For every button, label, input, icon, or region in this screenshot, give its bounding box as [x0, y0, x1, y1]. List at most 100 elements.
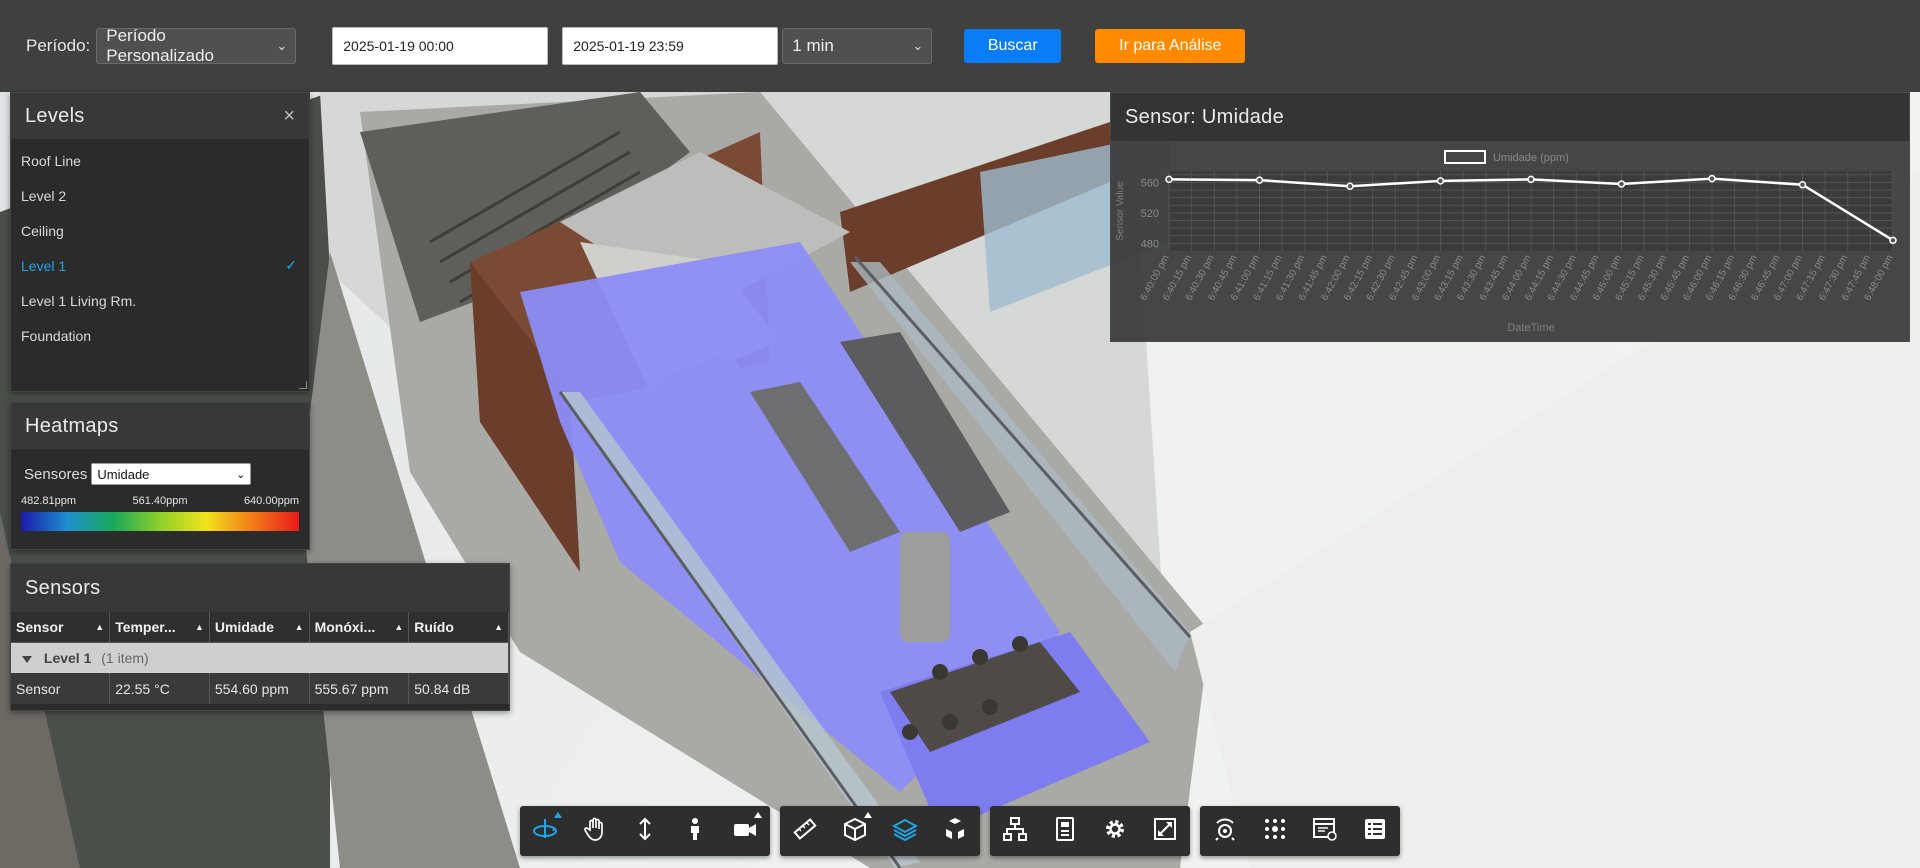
layers-icon	[891, 816, 919, 846]
pan-button[interactable]	[570, 806, 620, 856]
x-axis-title: DateTime	[1507, 322, 1554, 334]
model-browser-icon	[1002, 816, 1028, 846]
data-point	[1255, 176, 1264, 184]
group-row[interactable]: Level 1 (1 item)	[11, 642, 509, 673]
chart-panel-header: Sensor: Umidade	[1111, 93, 1909, 141]
zoom-button[interactable]	[620, 806, 670, 856]
toolbar-group-navigation	[520, 806, 770, 856]
heatmap-scale-labels: 482.81ppm 561.40ppm 640.00ppm	[11, 485, 309, 507]
cell-humidity: 554.60 ppm	[209, 673, 310, 704]
sort-arrow-icon: ▲	[194, 621, 204, 632]
cell-noise: 50.84 dB	[408, 673, 509, 704]
column-header[interactable]: Ruído ▲	[408, 612, 509, 643]
top-toolbar: Período: Período Personalizado ⌄ 2025-01…	[0, 0, 1920, 92]
sensors-panel-title: Sensors	[25, 576, 101, 599]
period-label: Período:	[26, 36, 91, 55]
model-browser-button[interactable]	[990, 806, 1040, 856]
heatmaps-panel-header: Heatmaps	[11, 403, 309, 449]
first-person-icon	[682, 816, 708, 846]
sensor-chart-panel: Sensor: Umidade 480 520 560 6:40:00 pm 6:40:…	[1110, 92, 1910, 342]
heatmaps-panel: Heatmaps Sensores Umidade ⌄ 482.81ppm 56…	[10, 402, 310, 550]
level-item[interactable]: Level 1 Living Rm.	[11, 283, 309, 318]
sensors-table-header: Sensor ▲ Temper... ▲ Umidade ▲ Monóxi... ▲ Ruído…	[11, 612, 509, 643]
sensor-select[interactable]: Umidade ⌄	[91, 463, 252, 485]
go-to-analysis-label: Ir para Análise	[1119, 37, 1222, 54]
legend-label: Umidade (ppm)	[1493, 152, 1569, 164]
gear-icon	[1102, 816, 1128, 846]
start-date-input[interactable]: 2025-01-19 00:00	[332, 27, 549, 65]
level-item[interactable]: Roof Line	[11, 143, 309, 178]
measure-button[interactable]	[780, 806, 830, 856]
data-point	[1346, 182, 1354, 190]
heatmap-button[interactable]	[1250, 806, 1300, 856]
column-header-label: Sensor	[16, 618, 64, 635]
checkmark-icon: ✓	[285, 257, 297, 273]
table-row[interactable]: Sensor 22.55 °C 554.60 ppm 555.67 ppm 50…	[11, 673, 509, 704]
chart-panel-title: Sensor: Umidade	[1125, 105, 1285, 128]
flyout-indicator	[754, 812, 762, 818]
resize-handle[interactable]	[299, 381, 307, 389]
sensor-select-row: Sensores Umidade ⌄	[11, 449, 309, 485]
explode-button[interactable]	[930, 806, 980, 856]
flyout-indicator	[864, 812, 872, 818]
level-item[interactable]: Level 2	[11, 178, 309, 213]
dashboard-button[interactable]	[1300, 806, 1350, 856]
level-item[interactable]: Ceiling	[11, 213, 309, 248]
column-header-label: Ruído	[414, 618, 454, 635]
column-header[interactable]: Temper... ▲	[109, 612, 210, 643]
sensor-select-label: Sensores	[24, 465, 88, 483]
end-date-input[interactable]: 2025-01-19 23:59	[562, 27, 779, 65]
section-button[interactable]	[830, 806, 880, 856]
orbit-icon	[532, 816, 558, 846]
chevron-down-icon: ⌄	[912, 38, 924, 53]
layers-button[interactable]	[880, 806, 930, 856]
y-tick-label: 480	[1141, 238, 1159, 250]
level-item[interactable]: Foundation	[11, 318, 309, 353]
sensor-button[interactable]	[1200, 806, 1250, 856]
cell-sensor: Sensor	[11, 673, 111, 704]
column-header-label: Temper...	[115, 618, 176, 635]
fullscreen-button[interactable]	[1140, 806, 1190, 856]
scale-min-label: 482.81ppm	[21, 495, 77, 507]
y-axis-title: Sensor Value	[1115, 181, 1126, 241]
data-grid-button[interactable]	[1350, 806, 1400, 856]
dashboard-icon	[1312, 816, 1338, 846]
period-select[interactable]: Período Personalizado ⌄	[96, 26, 297, 65]
explode-icon	[942, 816, 968, 846]
level-item[interactable]: Level 1 ✓	[11, 248, 309, 283]
measure-icon	[792, 816, 818, 846]
section-icon	[842, 816, 868, 846]
go-to-analysis-button[interactable]: Ir para Análise	[1095, 29, 1246, 63]
y-tick-label: 560	[1141, 177, 1159, 189]
interval-select[interactable]: 1 min ⌄	[782, 28, 933, 64]
column-header[interactable]: Umidade ▲	[209, 612, 310, 643]
data-point	[1708, 174, 1716, 183]
first-person-button[interactable]	[670, 806, 720, 856]
collapse-triangle-icon[interactable]	[22, 655, 32, 663]
toolbar-group-model	[990, 806, 1190, 856]
chevron-down-icon: ⌄	[236, 468, 246, 481]
column-header[interactable]: Monóxi... ▲	[309, 612, 410, 643]
cell-monoxide: 555.67 ppm	[309, 673, 410, 704]
column-header[interactable]: Sensor ▲	[11, 612, 111, 643]
fullscreen-icon	[1152, 816, 1178, 846]
close-icon[interactable]: ×	[283, 105, 295, 128]
levels-list: Roof Line Level 2 Ceiling Level 1 ✓ Level 1 L…	[11, 139, 309, 353]
camera-button[interactable]	[720, 806, 770, 856]
settings-button[interactable]	[1090, 806, 1140, 856]
sensors-panel: Sensors Sensor ▲ Temper... ▲ Umidade ▲ Monóxi.…	[10, 563, 510, 711]
scale-max-label: 640.00ppm	[243, 495, 299, 507]
data-point	[1165, 175, 1173, 184]
sort-arrow-icon: ▲	[294, 621, 304, 632]
properties-button[interactable]	[1040, 806, 1090, 856]
search-button[interactable]: Buscar	[964, 29, 1062, 63]
orbit-button[interactable]	[520, 806, 570, 856]
heatmap-icon	[1262, 816, 1288, 846]
data-point	[1617, 180, 1626, 188]
sort-arrow-icon: ▲	[494, 621, 503, 632]
sort-arrow-icon: ▲	[394, 621, 404, 632]
humidity-line-chart: 4805205606:40:00 pm6:40:15 pm6:40:30 pm6…	[1115, 150, 1897, 334]
sensors-table: Sensor ▲ Temper... ▲ Umidade ▲ Monóxi... ▲ Ruído…	[11, 612, 509, 704]
level-item-label: Level 1	[21, 257, 67, 274]
level-item-label: Level 2	[21, 187, 67, 204]
